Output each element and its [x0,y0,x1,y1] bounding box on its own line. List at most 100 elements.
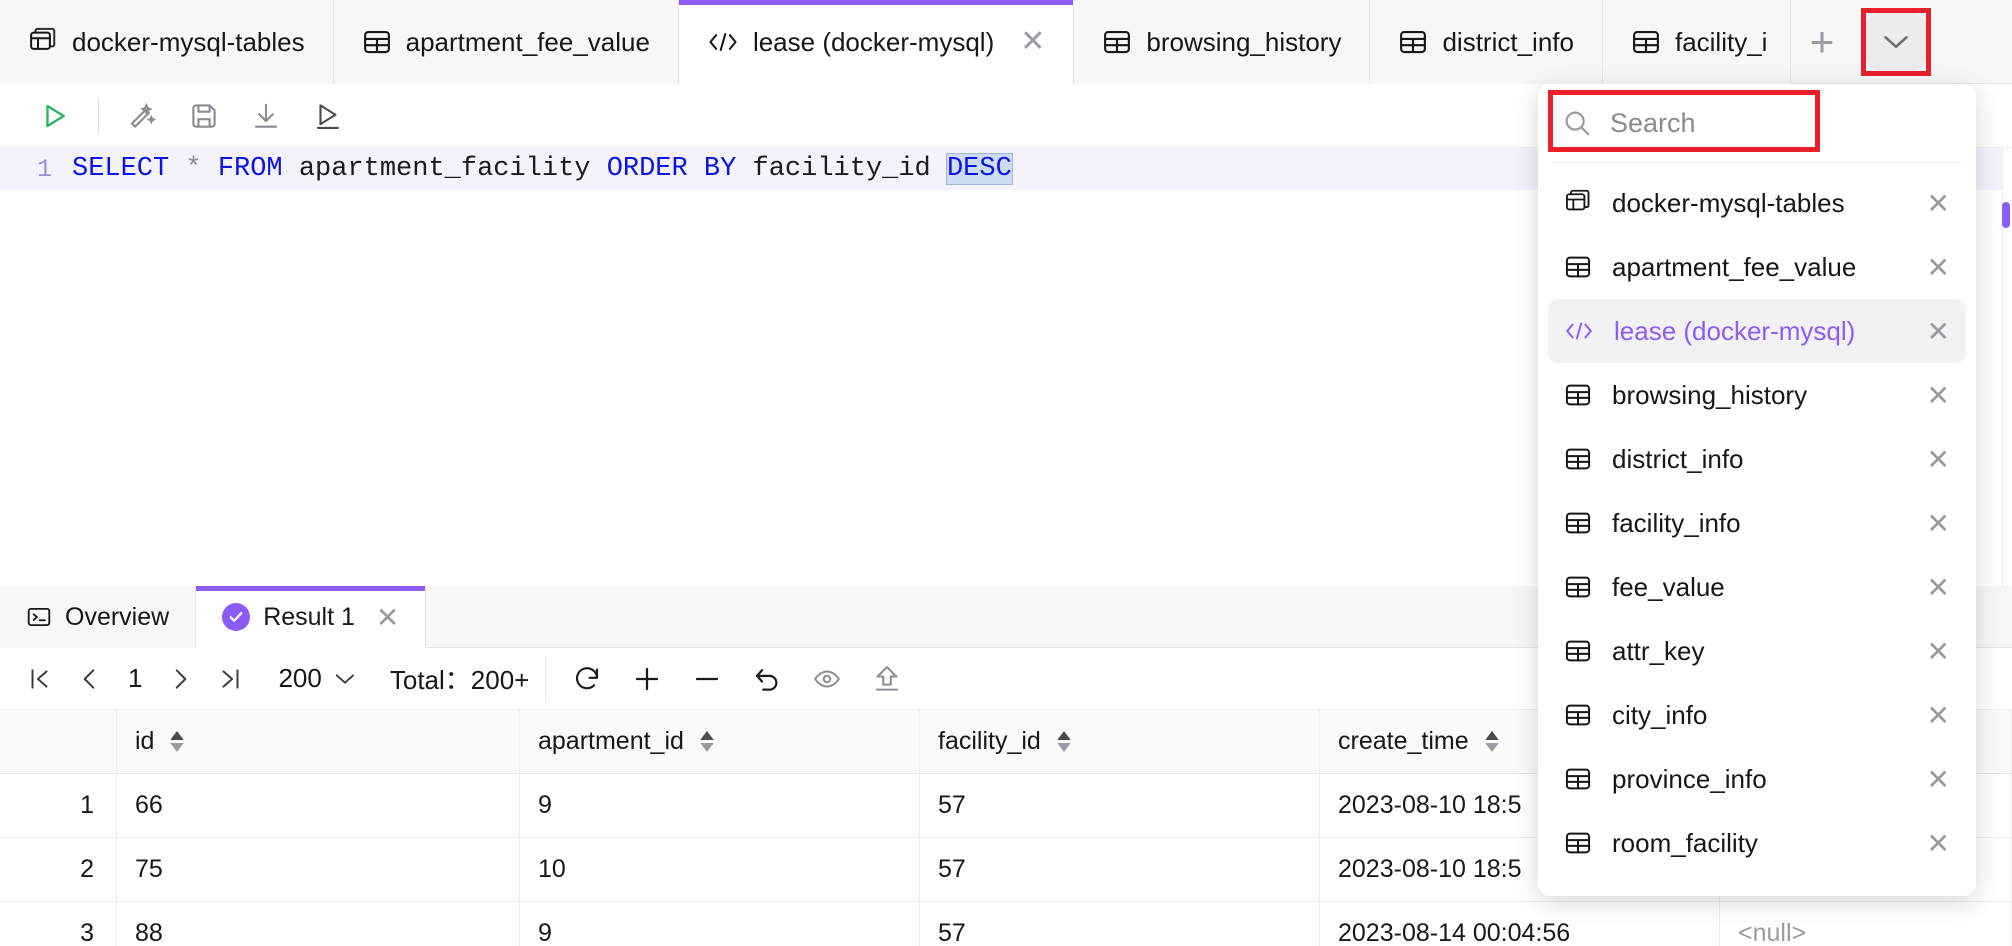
download-button[interactable] [237,90,295,142]
close-icon[interactable]: ✕ [1927,187,1950,220]
dropdown-item-province-info[interactable]: province_info ✕ [1548,747,1966,811]
close-icon[interactable]: ✕ [1927,251,1950,284]
dropdown-item-city-info[interactable]: city_info ✕ [1548,683,1966,747]
dropdown-item-apartment-fee-value[interactable]: apartment_fee_value ✕ [1548,235,1966,299]
undo-button[interactable] [742,654,792,704]
table-icon [1564,509,1592,537]
cell-id[interactable]: 88 [117,902,520,946]
tab-label: lease (docker-mysql) [752,26,995,57]
tab-overview[interactable]: Overview [0,586,197,648]
column-label: id [135,727,155,755]
first-page-button[interactable] [14,654,64,704]
close-icon[interactable]: ✕ [1927,763,1950,796]
page-size-value: 200 [278,663,322,693]
sql-code[interactable]: SELECT * FROM apartment_facility ORDER B… [72,153,1013,185]
tab-result-1[interactable]: Result 1 ✕ [196,586,427,648]
sort-icon[interactable] [1484,731,1499,752]
column-header-id[interactable]: id [117,710,520,773]
close-icon[interactable]: ✕ [1927,635,1950,668]
cell-create-time[interactable]: 2023-08-14 00:04:56 [1320,902,1720,946]
column-header-facility-id[interactable]: facility_id [920,710,1320,773]
sql-token-table: apartment_facility [282,154,607,184]
cell-id[interactable]: 75 [117,838,520,901]
dropdown-item-lease-docker-mysql[interactable]: lease (docker-mysql) ✕ [1548,299,1966,363]
tab-close-icon[interactable]: ✕ [1020,27,1045,57]
commit-button[interactable] [862,654,912,704]
dropdown-item-fee-value[interactable]: fee_value ✕ [1548,555,1966,619]
dropdown-item-attr-key[interactable]: attr_key ✕ [1548,619,1966,683]
refresh-button[interactable] [562,654,612,704]
dropdown-item-label: city_info [1612,699,1708,730]
sort-icon[interactable] [170,731,185,752]
delete-row-button[interactable] [682,654,732,704]
dropdown-item-facility-info[interactable]: facility_info ✕ [1548,491,1966,555]
tables-stack-icon [28,27,58,57]
magic-wand-icon [127,101,157,131]
dropdown-item-room-label[interactable]: room_label ✕ [1548,875,1966,897]
close-icon[interactable]: ✕ [1927,891,1950,897]
result-tab-close-icon[interactable]: ✕ [376,601,399,634]
current-page-number[interactable]: 1 [114,663,156,694]
save-query-button[interactable] [175,90,233,142]
close-icon[interactable]: ✕ [1927,827,1950,860]
page-size-select[interactable]: 200 [278,663,355,694]
cell-apartment-id[interactable]: 9 [520,902,920,946]
search-field-group[interactable] [1562,95,1952,151]
toggle-view-button[interactable] [802,654,852,704]
cell-apartment-id[interactable]: 9 [520,774,920,837]
tab-lease-docker-mysql[interactable]: lease (docker-mysql) ✕ [678,0,1075,84]
new-tab-button[interactable]: + [1791,0,1853,84]
close-icon[interactable]: ✕ [1927,571,1950,604]
chevron-left-icon [76,666,102,692]
undo-icon [752,664,782,694]
close-icon[interactable]: ✕ [1927,315,1950,348]
tab-apartment-fee-value[interactable]: apartment_fee_value [333,0,679,84]
sql-space-3 [688,154,704,184]
add-row-button[interactable] [622,654,672,704]
cell-facility-id[interactable]: 57 [920,838,1320,901]
result-tab-label: Overview [65,602,170,631]
tab-district-info[interactable]: district_info [1370,0,1603,84]
format-sql-button[interactable] [113,90,171,142]
sort-icon[interactable] [1057,731,1071,752]
dropdown-item-label: room_facility [1612,827,1758,858]
result-tab-label: Result 1 [263,602,355,631]
tab-browsing-history[interactable]: browsing_history [1074,0,1371,84]
dropdown-item-browsing-history[interactable]: browsing_history ✕ [1548,363,1966,427]
dropdown-item-label: district_info [1612,443,1744,474]
row-number: 3 [0,902,117,946]
table-row[interactable]: 3 88 9 57 2023-08-14 00:04:56 <null> [0,902,2012,946]
close-icon[interactable]: ✕ [1927,699,1950,732]
last-page-button[interactable] [206,654,256,704]
terminal-icon [26,604,52,630]
cell-id[interactable]: 66 [117,774,520,837]
dropdown-item-room-facility[interactable]: room_facility ✕ [1548,811,1966,875]
search-input[interactable] [1610,107,1952,139]
sql-token-from: FROM [217,154,283,184]
editor-scrollbar[interactable] [2002,148,2012,586]
close-icon[interactable]: ✕ [1927,507,1950,540]
cell-facility-id[interactable]: 57 [920,774,1320,837]
editor-scrollbar-thumb[interactable] [2002,202,2010,228]
close-icon[interactable]: ✕ [1927,379,1950,412]
tab-docker-mysql-tables[interactable]: docker-mysql-tables [0,0,334,84]
cell-facility-id[interactable]: 57 [920,902,1320,946]
run-to-cursor-button[interactable] [299,90,357,142]
close-icon[interactable]: ✕ [1927,443,1950,476]
check-circle-icon [222,603,251,631]
cell-extra-null[interactable]: <null> [1720,902,2012,946]
cell-apartment-id[interactable]: 10 [520,838,920,901]
dropdown-item-district-info[interactable]: district_info ✕ [1548,427,1966,491]
column-header-apartment-id[interactable]: apartment_id [520,710,920,773]
chevron-down-icon [334,672,356,686]
next-page-button[interactable] [156,654,206,704]
tab-overflow-chevron-button[interactable] [1865,13,1926,70]
dropdown-item-docker-mysql-tables[interactable]: docker-mysql-tables ✕ [1548,171,1966,235]
plus-icon [632,664,662,694]
tab-facility-info[interactable]: facility_i [1602,0,1791,84]
sort-icon[interactable] [700,731,714,752]
first-page-icon [26,666,52,692]
sql-token-desc-selected[interactable]: DESC [945,153,1013,185]
run-query-button[interactable] [26,90,84,142]
prev-page-button[interactable] [64,654,114,704]
